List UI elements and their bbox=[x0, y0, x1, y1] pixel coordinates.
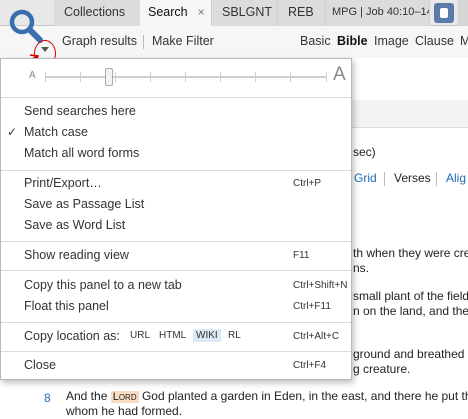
verse-text-fragment: n on the land, and the bbox=[353, 304, 468, 318]
search-toolbar: Graph results Make Filter Basic Bible Im… bbox=[0, 26, 468, 58]
font-size-slider-thumb[interactable] bbox=[105, 68, 113, 86]
make-filter-button[interactable]: Make Filter bbox=[152, 34, 214, 48]
verse-text-fragment: ground and breathed bbox=[353, 347, 465, 361]
menu-divider bbox=[1, 170, 351, 171]
menu-item-shortcut: Ctrl+Shift+N bbox=[293, 280, 348, 291]
show-reading-view-item[interactable]: Show reading view F11 bbox=[1, 246, 351, 266]
match-all-word-forms-item[interactable]: Match all word forms bbox=[1, 144, 351, 164]
copy-format-html[interactable]: HTML bbox=[156, 329, 189, 342]
verse-text-line: whom he had formed. bbox=[66, 404, 183, 418]
graph-results-button[interactable]: Graph results bbox=[62, 34, 137, 48]
copy-format-rl[interactable]: RL bbox=[225, 329, 244, 342]
slider-tick bbox=[185, 72, 186, 82]
tab-reb-label: REB bbox=[288, 5, 314, 19]
search-type-image[interactable]: Image bbox=[374, 34, 409, 48]
menu-item-label: Copy this panel to a new tab bbox=[24, 278, 182, 292]
menu-item-label: Close bbox=[24, 358, 56, 372]
search-type-clause[interactable]: Clause bbox=[415, 34, 454, 48]
menu-divider bbox=[1, 270, 351, 271]
menu-item-label: Save as Passage List bbox=[24, 197, 145, 211]
menu-divider bbox=[1, 322, 351, 323]
tab-search[interactable]: Search × bbox=[140, 0, 212, 26]
view-option-separator bbox=[436, 172, 437, 186]
search-options-menu: A A Send searches here ✓ Match case Matc… bbox=[0, 58, 352, 380]
copy-panel-to-new-tab-item[interactable]: Copy this panel to a new tab Ctrl+Shift+… bbox=[1, 276, 351, 296]
print-export-item[interactable]: Print/Export… Ctrl+P bbox=[1, 174, 351, 194]
results-header-strip bbox=[352, 100, 468, 128]
search-type-bible[interactable]: Bible bbox=[337, 34, 368, 48]
check-icon: ✓ bbox=[7, 125, 18, 139]
tab-overflow[interactable] bbox=[458, 0, 468, 26]
slider-tick bbox=[255, 72, 256, 82]
font-size-small-label: A bbox=[29, 70, 36, 81]
slider-tick bbox=[220, 72, 221, 82]
menu-divider bbox=[1, 351, 351, 352]
verse-text-fragment: ns. bbox=[353, 261, 370, 275]
save-as-passage-list-item[interactable]: Save as Passage List bbox=[1, 195, 351, 215]
slider-tick bbox=[45, 72, 46, 82]
save-as-word-list-item[interactable]: Save as Word List bbox=[1, 216, 351, 236]
close-item[interactable]: Close Ctrl+F4 bbox=[1, 356, 351, 376]
tab-reb[interactable]: REB bbox=[278, 0, 326, 26]
toolbar-separator bbox=[143, 35, 144, 49]
copy-format-url[interactable]: URL bbox=[127, 329, 153, 342]
menu-item-label: Print/Export… bbox=[24, 176, 102, 190]
menu-item-label: Match all word forms bbox=[24, 146, 140, 160]
menu-item-label: Show reading view bbox=[24, 248, 129, 262]
font-size-slider-track[interactable] bbox=[45, 76, 327, 78]
copy-format-wiki[interactable]: WIKI bbox=[193, 329, 221, 342]
verse-text: God planted a garden in Eden, in the eas… bbox=[138, 389, 468, 403]
float-panel-item[interactable]: Float this panel Ctrl+F11 bbox=[1, 297, 351, 317]
verse-text-fragment: th when they were cre bbox=[353, 246, 468, 260]
search-type-basic[interactable]: Basic bbox=[300, 34, 331, 48]
menu-item-label: Send searches here bbox=[24, 104, 136, 118]
tab-collections-label: Collections bbox=[64, 5, 126, 19]
menu-item-shortcut: Ctrl+P bbox=[293, 178, 322, 189]
menu-item-label: Copy location as: bbox=[24, 329, 120, 343]
search-type-more[interactable]: M bbox=[460, 34, 468, 48]
tab-search-label: Search bbox=[148, 5, 188, 19]
tab-sblgnt-label: SBLGNT bbox=[222, 5, 273, 19]
results-summary-fragment: sec) bbox=[353, 145, 376, 159]
tab-mpg-job[interactable]: MPG | Job 40:10–14 bbox=[326, 0, 430, 26]
verse-number[interactable]: 8 bbox=[44, 391, 51, 405]
lord-highlight: Lord bbox=[110, 391, 139, 403]
tab-sblgnt[interactable]: SBLGNT bbox=[212, 0, 278, 26]
magnifier-search-icon[interactable] bbox=[8, 8, 44, 44]
menu-item-shortcut: F11 bbox=[293, 250, 310, 261]
view-option-separator bbox=[384, 172, 385, 186]
tab-close-icon[interactable]: × bbox=[198, 5, 205, 19]
verse-text-fragment: g creature. bbox=[353, 362, 411, 376]
panel-settings-icon[interactable] bbox=[434, 3, 454, 23]
menu-divider bbox=[1, 241, 351, 242]
slider-tick bbox=[150, 72, 151, 82]
menu-item-label: Match case bbox=[24, 125, 88, 139]
match-case-item[interactable]: ✓ Match case bbox=[1, 123, 351, 143]
slider-tick bbox=[290, 72, 291, 82]
send-searches-here-item[interactable]: Send searches here bbox=[1, 102, 351, 122]
view-option-align[interactable]: Alig bbox=[446, 171, 466, 185]
view-option-verses[interactable]: Verses bbox=[394, 171, 431, 185]
menu-item-shortcut: Ctrl+F4 bbox=[293, 360, 327, 371]
verse-text: And the bbox=[66, 389, 111, 403]
menu-item-label: Save as Word List bbox=[24, 218, 126, 232]
view-option-grid[interactable]: Grid bbox=[354, 171, 377, 185]
tab-mpg-job-label: MPG | Job 40:10–14 bbox=[332, 6, 430, 18]
menu-item-label: Float this panel bbox=[24, 299, 109, 313]
tab-strip: Collections Search × SBLGNT REB MPG | Job… bbox=[0, 0, 468, 26]
slider-tick bbox=[115, 72, 116, 82]
font-size-large-label: A bbox=[333, 64, 346, 85]
menu-item-shortcut: Ctrl+Alt+C bbox=[293, 331, 340, 342]
copy-location-as-item[interactable]: Copy location as: URL HTML WIKI RL Ctrl+… bbox=[1, 327, 351, 347]
font-size-slider[interactable]: A A bbox=[1, 59, 351, 97]
slider-tick bbox=[326, 72, 327, 82]
slider-tick bbox=[80, 72, 81, 82]
menu-divider bbox=[1, 97, 351, 98]
menu-item-shortcut: Ctrl+F11 bbox=[293, 301, 331, 312]
verse-text-fragment: small plant of the field bbox=[353, 289, 468, 303]
verse-text-line: And the Lord God planted a garden in Ede… bbox=[66, 389, 468, 403]
